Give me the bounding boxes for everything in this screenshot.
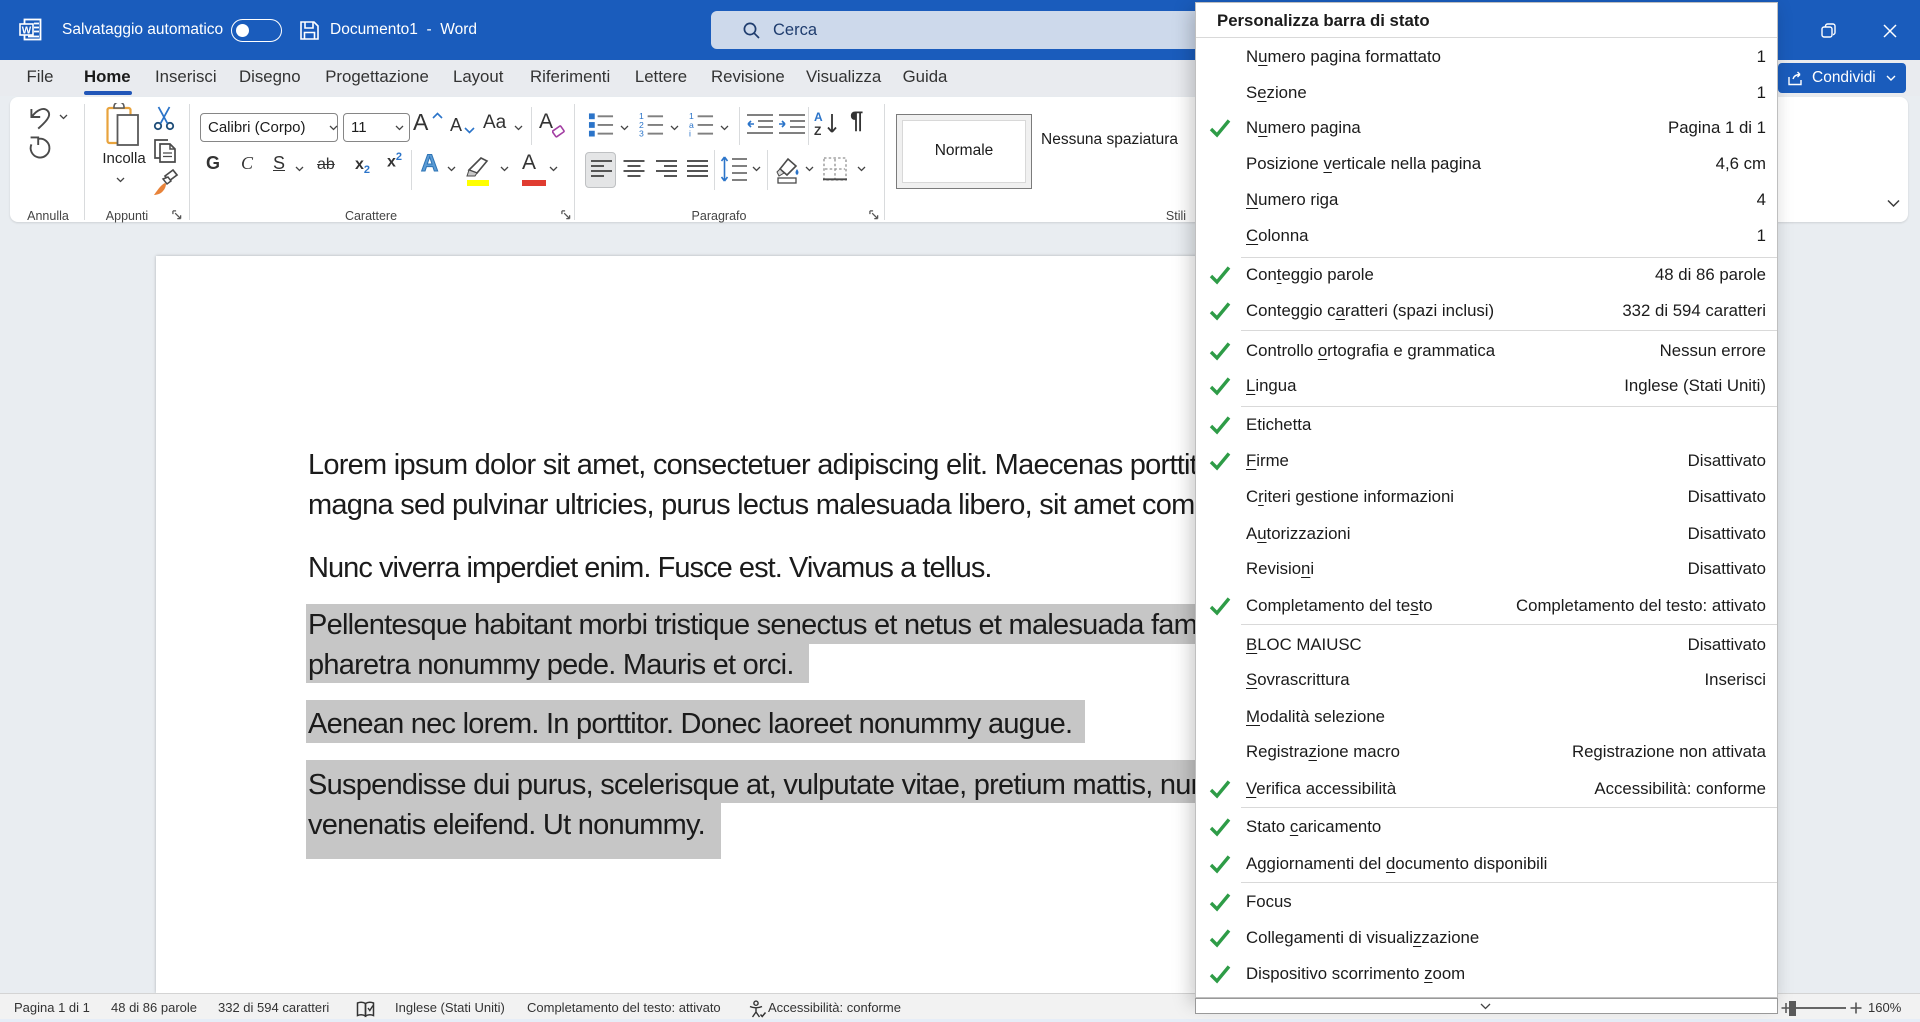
svg-text:W: W xyxy=(22,26,32,37)
svg-text:i: i xyxy=(689,129,691,138)
svg-text:Z: Z xyxy=(814,124,821,138)
svg-text:3: 3 xyxy=(639,129,644,138)
svg-text:A: A xyxy=(814,110,823,124)
